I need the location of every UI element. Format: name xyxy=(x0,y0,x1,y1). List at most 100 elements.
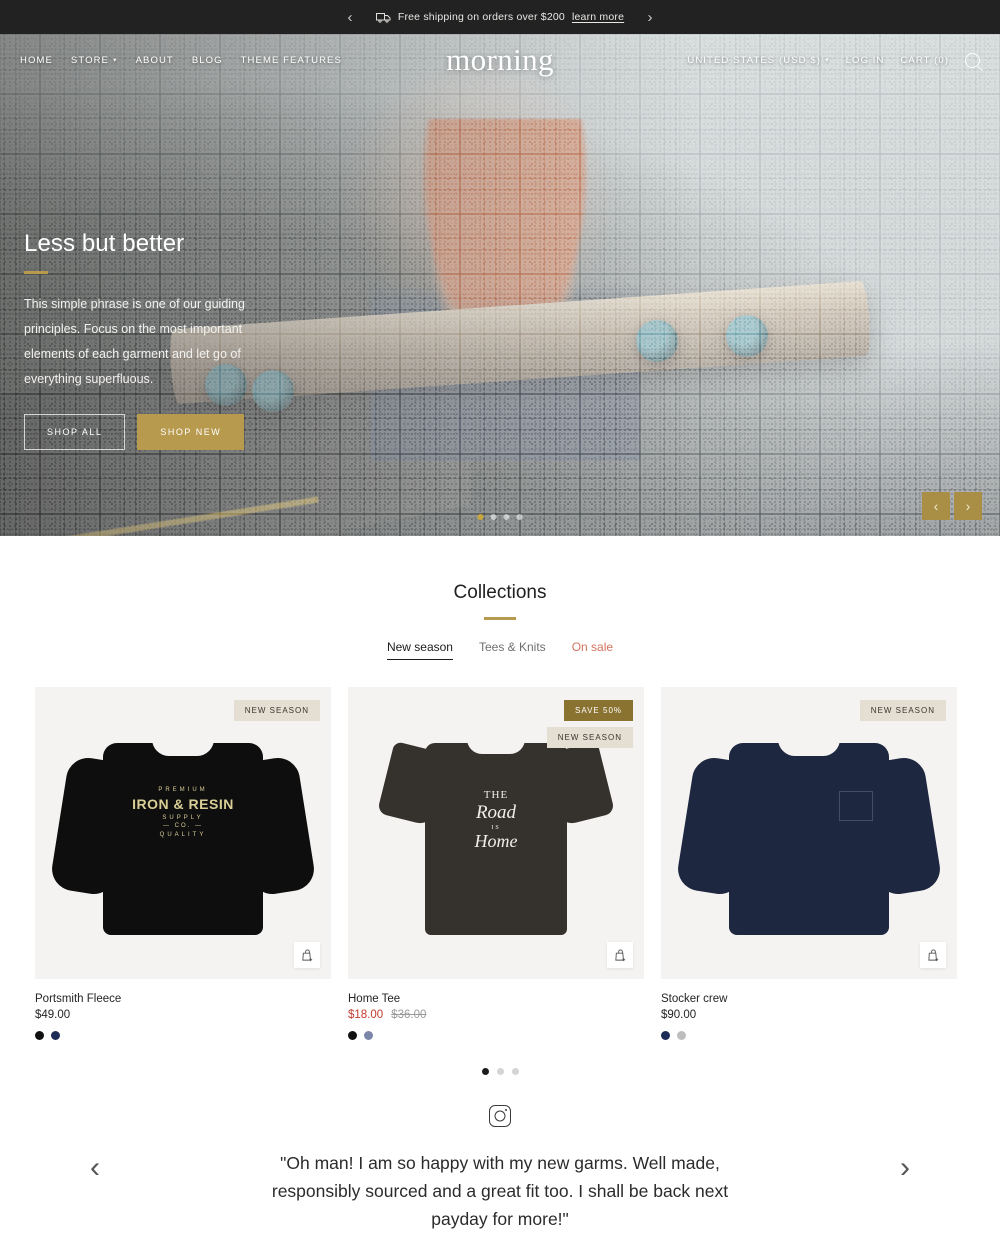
hero-carousel-arrows: ‹ › xyxy=(922,492,982,520)
nav-item-blog[interactable]: BLOG xyxy=(192,55,223,66)
instagram-icon xyxy=(489,1105,511,1127)
nav-item-store[interactable]: STORE ▾ xyxy=(71,55,118,66)
product-title[interactable]: Stocker crew xyxy=(661,993,957,1005)
product-image[interactable]: NEW SEASON xyxy=(661,687,957,979)
announcement-next-arrow[interactable]: › xyxy=(640,7,660,27)
color-swatch-blue-gray[interactable] xyxy=(364,1031,373,1040)
collections-divider xyxy=(484,617,516,620)
product-price: $49.00 xyxy=(35,1009,71,1021)
shop-new-button[interactable]: SHOP NEW xyxy=(137,414,245,450)
print-line-1: THE xyxy=(483,789,509,801)
color-swatch-black[interactable] xyxy=(348,1031,357,1040)
garment-neckline xyxy=(467,739,525,754)
color-swatch-navy[interactable] xyxy=(51,1031,60,1040)
hero-title: Less but better xyxy=(24,230,185,257)
nav-item-home[interactable]: HOME xyxy=(20,55,53,66)
print-line-3: SUPPLY xyxy=(162,815,204,821)
product-grid: PREMIUM IRON & RESIN SUPPLY — CO. — QUAL… xyxy=(0,660,1000,1040)
product-price-row: $18.00 $36.00 xyxy=(348,1009,644,1021)
product-badges: NEW SEASON xyxy=(859,700,946,721)
product-price: $90.00 xyxy=(661,1009,697,1021)
collections-tabs: New season Tees & Knits On sale xyxy=(0,640,1000,660)
announcement-prev-arrow[interactable]: ‹ xyxy=(340,7,360,27)
hero-divider xyxy=(24,271,48,274)
product-price-row: $49.00 xyxy=(35,1009,331,1021)
product-dot-3[interactable] xyxy=(511,1068,519,1075)
nav-item-about[interactable]: ABOUT xyxy=(136,55,174,66)
product-card[interactable]: THE Road IS Home SAVE 50% NEW SEASON Hom… xyxy=(348,687,644,1040)
nav-item-theme-features[interactable]: THEME FEATURES xyxy=(241,55,342,66)
garment-print: PREMIUM IRON & RESIN SUPPLY — CO. — QUAL… xyxy=(132,787,234,838)
color-swatch-navy[interactable] xyxy=(661,1031,670,1040)
quick-add-button[interactable] xyxy=(607,942,633,968)
badge-new-season: NEW SEASON xyxy=(233,700,320,721)
login-link[interactable]: LOG IN xyxy=(846,55,885,66)
testimonial-quote: "Oh man! I am so happy with my new garms… xyxy=(271,1153,729,1229)
chevron-down-icon: ▾ xyxy=(112,57,118,64)
chevron-down-icon: ▾ xyxy=(824,57,830,64)
product-badges: NEW SEASON xyxy=(233,700,320,721)
tab-new-season[interactable]: New season xyxy=(386,640,453,660)
hero-buttons: SHOP ALL SHOP NEW xyxy=(24,414,296,450)
product-image[interactable]: PREMIUM IRON & RESIN SUPPLY — CO. — QUAL… xyxy=(35,687,331,979)
product-dot-1[interactable] xyxy=(481,1068,489,1075)
fleece-sweatshirt-graphic: PREMIUM IRON & RESIN SUPPLY — CO. — QUAL… xyxy=(48,729,318,937)
print-line-4: Home xyxy=(474,831,518,851)
nav-item-about-label: ABOUT xyxy=(135,54,174,66)
hero-dot-4[interactable] xyxy=(516,514,523,520)
announcement-bar: ‹ Free shipping on orders over $200 lear… xyxy=(0,0,1000,34)
search-icon[interactable] xyxy=(965,52,980,68)
product-garment-illustration xyxy=(674,729,944,937)
hero-dot-1[interactable] xyxy=(477,514,484,520)
print-line-1: PREMIUM xyxy=(158,787,208,793)
print-line-5: QUALITY xyxy=(159,832,207,838)
testimonial-next-arrow[interactable]: › xyxy=(900,1153,910,1183)
utility-navigation: UNITED STATES (USD $) ▾ LOG IN CART (0) xyxy=(687,52,980,68)
product-title[interactable]: Portsmith Fleece xyxy=(35,993,331,1005)
color-swatch-black[interactable] xyxy=(35,1031,44,1040)
collections-title: Collections xyxy=(453,582,547,603)
tee-shirt-graphic: THE Road IS Home xyxy=(376,731,616,935)
product-card[interactable]: PREMIUM IRON & RESIN SUPPLY — CO. — QUAL… xyxy=(35,687,331,1040)
cart-link[interactable]: CART (0) xyxy=(900,55,949,66)
product-title[interactable]: Home Tee xyxy=(348,993,644,1005)
product-price-row: $90.00 xyxy=(661,1009,957,1021)
hero-section: HOME STORE ▾ ABOUT BLOG THEME FEATURES mo… xyxy=(0,34,1000,536)
announcement-learn-more-link[interactable]: learn more xyxy=(572,11,624,23)
product-sale-price: $18.00 xyxy=(348,1009,384,1021)
product-garment-illustration: THE Road IS Home xyxy=(376,731,616,935)
site-logo[interactable]: morning xyxy=(446,42,554,78)
garment-neckline xyxy=(152,739,214,756)
hero-dot-2[interactable] xyxy=(490,514,497,520)
nav-item-theme-features-label: THEME FEATURES xyxy=(240,54,342,66)
print-line-2: Road xyxy=(475,802,517,823)
garment-neckline xyxy=(778,739,840,756)
product-info: Stocker crew $90.00 xyxy=(661,979,957,1040)
product-garment-illustration: PREMIUM IRON & RESIN SUPPLY — CO. — QUAL… xyxy=(48,729,318,937)
country-currency-selector[interactable]: UNITED STATES (USD $) ▾ xyxy=(687,55,829,66)
color-swatch-gray[interactable] xyxy=(677,1031,686,1040)
shop-all-button[interactable]: SHOP ALL xyxy=(24,414,126,450)
nav-item-home-label: HOME xyxy=(20,54,53,66)
hero-next-arrow[interactable]: › xyxy=(954,492,982,520)
product-card[interactable]: NEW SEASON Stocker crew $90.00 xyxy=(661,687,957,1040)
badge-new-season: NEW SEASON xyxy=(859,700,946,721)
tab-tees-and-knits[interactable]: Tees & Knits xyxy=(479,640,546,660)
product-image[interactable]: THE Road IS Home SAVE 50% NEW SEASON xyxy=(348,687,644,979)
product-carousel-dots xyxy=(0,1068,1000,1075)
hero-prev-arrow[interactable]: ‹ xyxy=(922,492,950,520)
nav-item-blog-label: BLOG xyxy=(191,54,223,66)
product-color-swatches xyxy=(348,1031,644,1040)
testimonial-prev-arrow[interactable]: ‹ xyxy=(90,1153,100,1183)
quick-add-button[interactable] xyxy=(294,942,320,968)
hero-dot-3[interactable] xyxy=(503,514,510,520)
print-line-2: IRON & RESIN xyxy=(132,796,234,812)
product-dot-2[interactable] xyxy=(496,1068,504,1075)
garment-body xyxy=(103,743,263,935)
garment-print: THE Road IS Home xyxy=(475,789,518,852)
quick-add-button[interactable] xyxy=(920,942,946,968)
announcement-content: Free shipping on orders over $200 learn … xyxy=(375,11,624,23)
crew-sweatshirt-graphic xyxy=(674,729,944,937)
hero-carousel-dots xyxy=(477,514,523,520)
tab-on-sale[interactable]: On sale xyxy=(572,640,613,660)
